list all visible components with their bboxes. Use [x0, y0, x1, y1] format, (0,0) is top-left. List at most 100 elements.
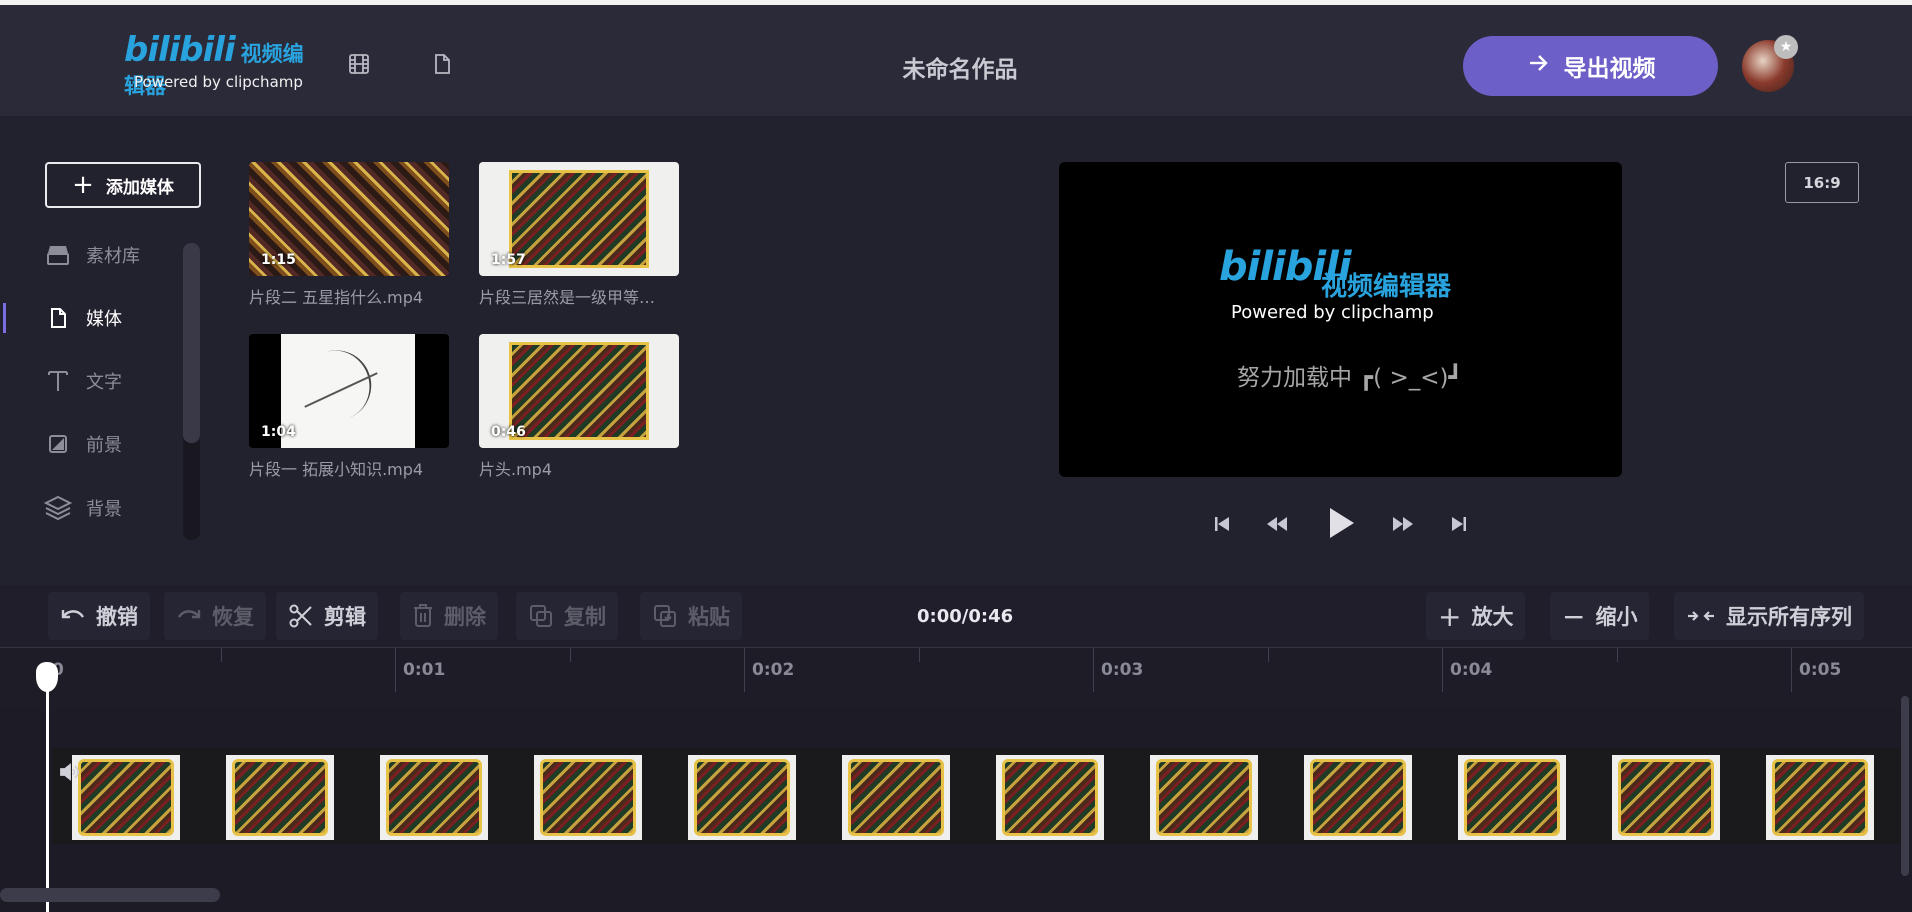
- media-thumbnail[interactable]: 1:57: [479, 162, 679, 276]
- playhead-handle[interactable]: [36, 662, 58, 692]
- media-name: 片段三居然是一级甲等…: [479, 288, 656, 307]
- cut-label: 剪辑: [324, 605, 366, 629]
- zoom-in-button[interactable]: + 放大: [1426, 592, 1526, 640]
- project-title[interactable]: 未命名作品: [800, 50, 1120, 84]
- app-logo[interactable]: bilibili 视频编辑器 Powered by clipchamp: [124, 30, 324, 100]
- clip-frame: [380, 755, 488, 840]
- playhead-line: [46, 668, 49, 912]
- ruler-tick: [1791, 648, 1792, 692]
- clip-frame: [72, 755, 180, 840]
- timeline-ruler[interactable]: [0, 647, 1912, 707]
- timeline-horizontal-scrollbar[interactable]: [0, 888, 220, 902]
- frame-image: [1772, 759, 1868, 836]
- media-item[interactable]: 1:04 片段一 拓展小知识.mp4: [249, 334, 449, 480]
- sidebar-item-label: 背景: [86, 499, 122, 520]
- timeline-vertical-scrollbar[interactable]: [1901, 696, 1909, 876]
- media-duration: 0:46: [491, 424, 526, 440]
- film-icon[interactable]: [347, 52, 371, 76]
- ruler-tick: [395, 648, 396, 692]
- library-icon: [44, 241, 72, 269]
- sidebar-scrollbar[interactable]: [183, 243, 200, 540]
- media-thumbnail[interactable]: 1:04: [249, 334, 449, 448]
- minus-icon: −: [1562, 599, 1586, 633]
- loading-text: 努力加载中 ┏( >_<)┛: [1237, 365, 1463, 391]
- clip-frame: [534, 755, 642, 840]
- clip-frame: [996, 755, 1104, 840]
- file-icon: [44, 304, 72, 332]
- ruler-tick: [1617, 648, 1618, 662]
- sidebar-item-label: 前景: [86, 435, 122, 456]
- media-duration: 1:57: [491, 252, 526, 268]
- sidebar-item-foreground[interactable]: 前景: [44, 426, 184, 462]
- media-duration: 1:04: [261, 424, 296, 440]
- frame-image: [1310, 759, 1406, 836]
- skip-end-icon[interactable]: [1445, 510, 1473, 538]
- add-media-label: 添加媒体: [105, 177, 174, 198]
- play-icon[interactable]: [1324, 505, 1358, 541]
- zoom-in-label: 放大: [1471, 605, 1514, 629]
- volume-icon[interactable]: [58, 760, 82, 784]
- ruler-tick: [744, 648, 745, 692]
- frame-image: [1464, 759, 1560, 836]
- ruler-label: 0:04: [1450, 660, 1493, 680]
- media-item[interactable]: 1:57 片段三居然是一级甲等…: [479, 162, 679, 308]
- sidebar-item-background[interactable]: 背景: [44, 490, 184, 526]
- file-icon[interactable]: [430, 52, 454, 76]
- export-label: 导出视频: [1563, 56, 1656, 82]
- frame-image: [78, 759, 174, 836]
- add-media-button[interactable]: + 添加媒体: [45, 162, 201, 208]
- trash-icon: [414, 604, 432, 627]
- frame-image: [1156, 759, 1252, 836]
- redo-button[interactable]: 恢复: [164, 592, 266, 640]
- sidebar-item-media[interactable]: 媒体: [44, 300, 184, 336]
- fast-forward-icon[interactable]: [1389, 510, 1417, 538]
- timecode-display: 0:00/0:46: [917, 606, 1014, 627]
- ruler-label: 0:05: [1799, 660, 1842, 680]
- frame-image: [848, 759, 944, 836]
- undo-icon: [61, 610, 85, 619]
- zoom-out-label: 缩小: [1595, 605, 1638, 629]
- frame-image: [540, 759, 636, 836]
- clip-frame: [842, 755, 950, 840]
- zoom-out-button[interactable]: − 缩小: [1550, 592, 1650, 640]
- copy-button[interactable]: 复制: [516, 592, 618, 640]
- frame-image: [1618, 759, 1714, 836]
- plus-icon: +: [72, 170, 94, 200]
- aspect-ratio-button[interactable]: 16:9: [1785, 162, 1859, 203]
- clip-frame: [1612, 755, 1720, 840]
- video-preview[interactable]: bilibili 视频编辑器 Powered by clipchamp 努力加载…: [1059, 162, 1622, 477]
- export-video-button[interactable]: 导出视频: [1463, 36, 1718, 96]
- clip-frame: [1150, 755, 1258, 840]
- sidebar-item-text[interactable]: 文字: [44, 363, 184, 399]
- rewind-icon[interactable]: [1263, 510, 1291, 538]
- frame-image: [1002, 759, 1098, 836]
- ruler-tick: [1442, 648, 1443, 692]
- paste-button[interactable]: 粘贴: [640, 592, 742, 640]
- delete-button[interactable]: 删除: [400, 592, 498, 640]
- cut-button[interactable]: 剪辑: [276, 592, 378, 640]
- media-item[interactable]: 1:15 片段二 五星指什么.mp4: [249, 162, 449, 308]
- arrow-right-icon: [1526, 51, 1550, 81]
- sidebar-item-library[interactable]: 素材库: [44, 237, 184, 273]
- ruler-tick: [919, 648, 920, 662]
- copy-icon: [530, 605, 552, 627]
- star-icon: ★: [1774, 35, 1798, 59]
- media-thumbnail[interactable]: 0:46: [479, 334, 679, 448]
- redo-label: 恢复: [212, 605, 254, 629]
- powered-by-label: Powered by clipchamp: [134, 73, 303, 91]
- ruler-label: 0:02: [752, 660, 795, 680]
- preview-brand-subtitle: 视频编辑器: [1321, 272, 1452, 302]
- text-icon: [44, 367, 72, 395]
- undo-button[interactable]: 撤销: [48, 592, 150, 640]
- plus-icon: +: [1438, 599, 1462, 633]
- skip-start-icon[interactable]: [1208, 510, 1236, 538]
- fit-all-button[interactable]: 显示所有序列: [1674, 592, 1864, 640]
- copy-label: 复制: [564, 605, 606, 629]
- undo-label: 撤销: [96, 605, 138, 629]
- ruler-label: 0:03: [1101, 660, 1144, 680]
- scrollbar-thumb[interactable]: [183, 243, 200, 443]
- clip-frame: [1458, 755, 1566, 840]
- media-item[interactable]: 0:46 片头.mp4: [479, 334, 679, 480]
- sidebar-item-label: 媒体: [86, 309, 122, 330]
- media-thumbnail[interactable]: 1:15: [249, 162, 449, 276]
